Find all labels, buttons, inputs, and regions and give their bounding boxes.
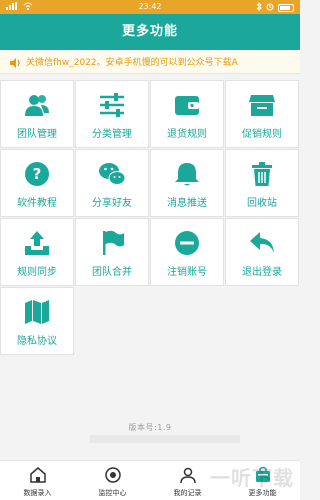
nav-label: 监控中心 [98,489,127,497]
target-icon [104,466,122,484]
speaker-icon [8,55,22,69]
flag-icon [98,229,126,257]
menu-label: 规则同步 [17,267,57,278]
upload-icon [23,229,51,257]
menu-delete-account[interactable]: 注销账号 [150,218,224,286]
reply-icon [248,229,276,257]
help-icon: ? [23,160,51,188]
menu-label: 注销账号 [167,267,207,278]
notice-banner: 关微信fhw_2022。安卓手机慢的可以到公众号下载A [0,50,300,74]
menu-team-management[interactable]: 团队管理 [0,80,74,148]
page-title: 更多功能 [0,14,300,50]
status-time: 23:42 [138,2,162,11]
menu-promotion-rules[interactable]: 促销规则 [225,80,299,148]
menu-label: 软件教程 [17,198,57,209]
watermark: 一听下载 [210,466,294,490]
status-right-icons [256,1,294,13]
battery-icon [278,3,294,12]
user-icon [179,466,197,484]
menu-label: 分类管理 [92,129,132,140]
menu-privacy-agreement[interactable]: 隐私协议 [0,287,74,355]
menu-label: 团队合并 [92,267,132,278]
nav-data-entry[interactable]: 数据录入 [0,461,75,500]
menu-label: 团队管理 [17,129,57,140]
menu-label: 分享好友 [92,198,132,209]
status-bar: 23:42 [0,0,300,14]
menu-label: 退货规则 [167,129,207,140]
minus-circle-icon [173,229,201,257]
menu-logout[interactable]: 退出登录 [225,218,299,286]
menu-label: 促销规则 [242,129,282,140]
store-icon [248,91,276,119]
menu-software-tutorial[interactable]: ? 软件教程 [0,149,74,217]
trash-icon [248,160,276,188]
menu-share-friends[interactable]: 分享好友 [75,149,149,217]
nav-label: 数据录入 [23,489,52,497]
bell-icon [173,160,201,188]
menu-label: 回收站 [247,198,277,209]
menu-label: 隐私协议 [17,336,57,347]
nav-monitoring-center[interactable]: 监控中心 [75,461,150,500]
menu-label: 消息推送 [167,198,207,209]
menu-label: 退出登录 [242,267,282,278]
menu-recycle-bin[interactable]: 回收站 [225,149,299,217]
team-icon [23,91,51,119]
menu-rule-sync[interactable]: 规则同步 [0,218,74,286]
notice-text: 关微信fhw_2022。安卓手机慢的可以到公众号下载A [26,58,238,68]
menu-category-management[interactable]: 分类管理 [75,80,149,148]
version-text: 版本号:1.9 [128,423,172,432]
bluetooth-icon [256,1,262,13]
alarm-icon [266,3,274,13]
home-icon [29,466,47,484]
blurred-info [90,435,240,443]
menu-message-push[interactable]: 消息推送 [150,149,224,217]
menu-return-rules[interactable]: 退货规则 [150,80,224,148]
wechat-icon [98,160,126,188]
svg-text:?: ? [33,165,42,183]
menu-team-merge[interactable]: 团队合并 [75,218,149,286]
wallet-icon [173,91,201,119]
map-icon [23,298,51,326]
sliders-icon [98,91,126,119]
